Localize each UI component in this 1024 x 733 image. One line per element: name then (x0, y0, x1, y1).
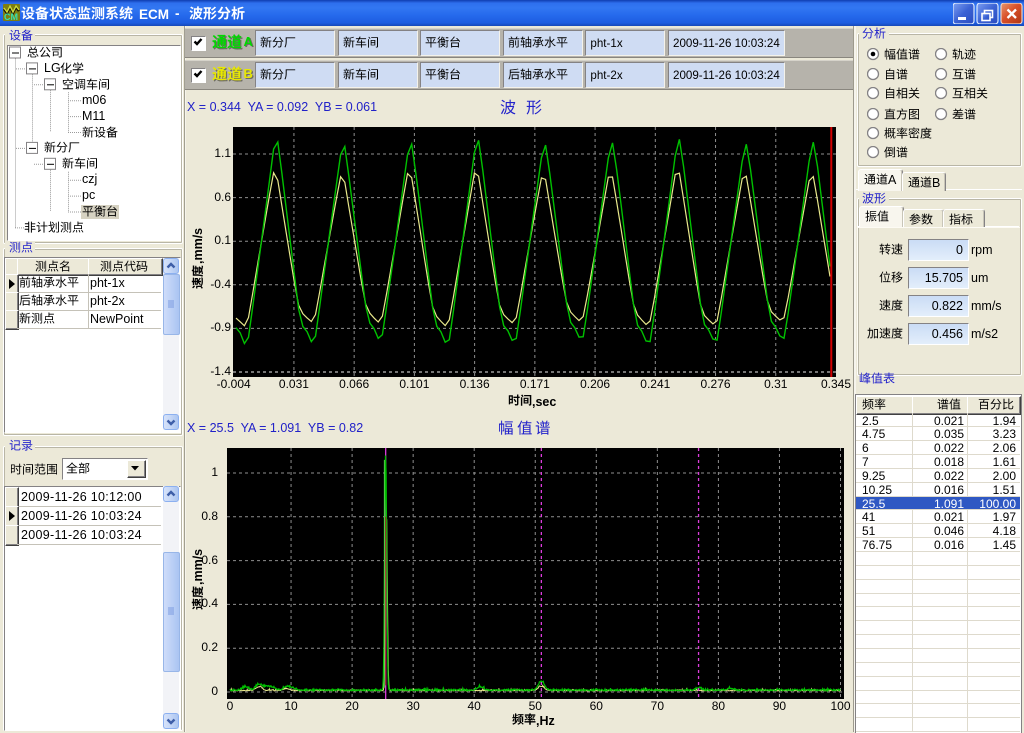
svg-text:,mm/s: ,mm/s (191, 549, 205, 585)
svg-text:,mm/s: ,mm/s (191, 228, 205, 264)
